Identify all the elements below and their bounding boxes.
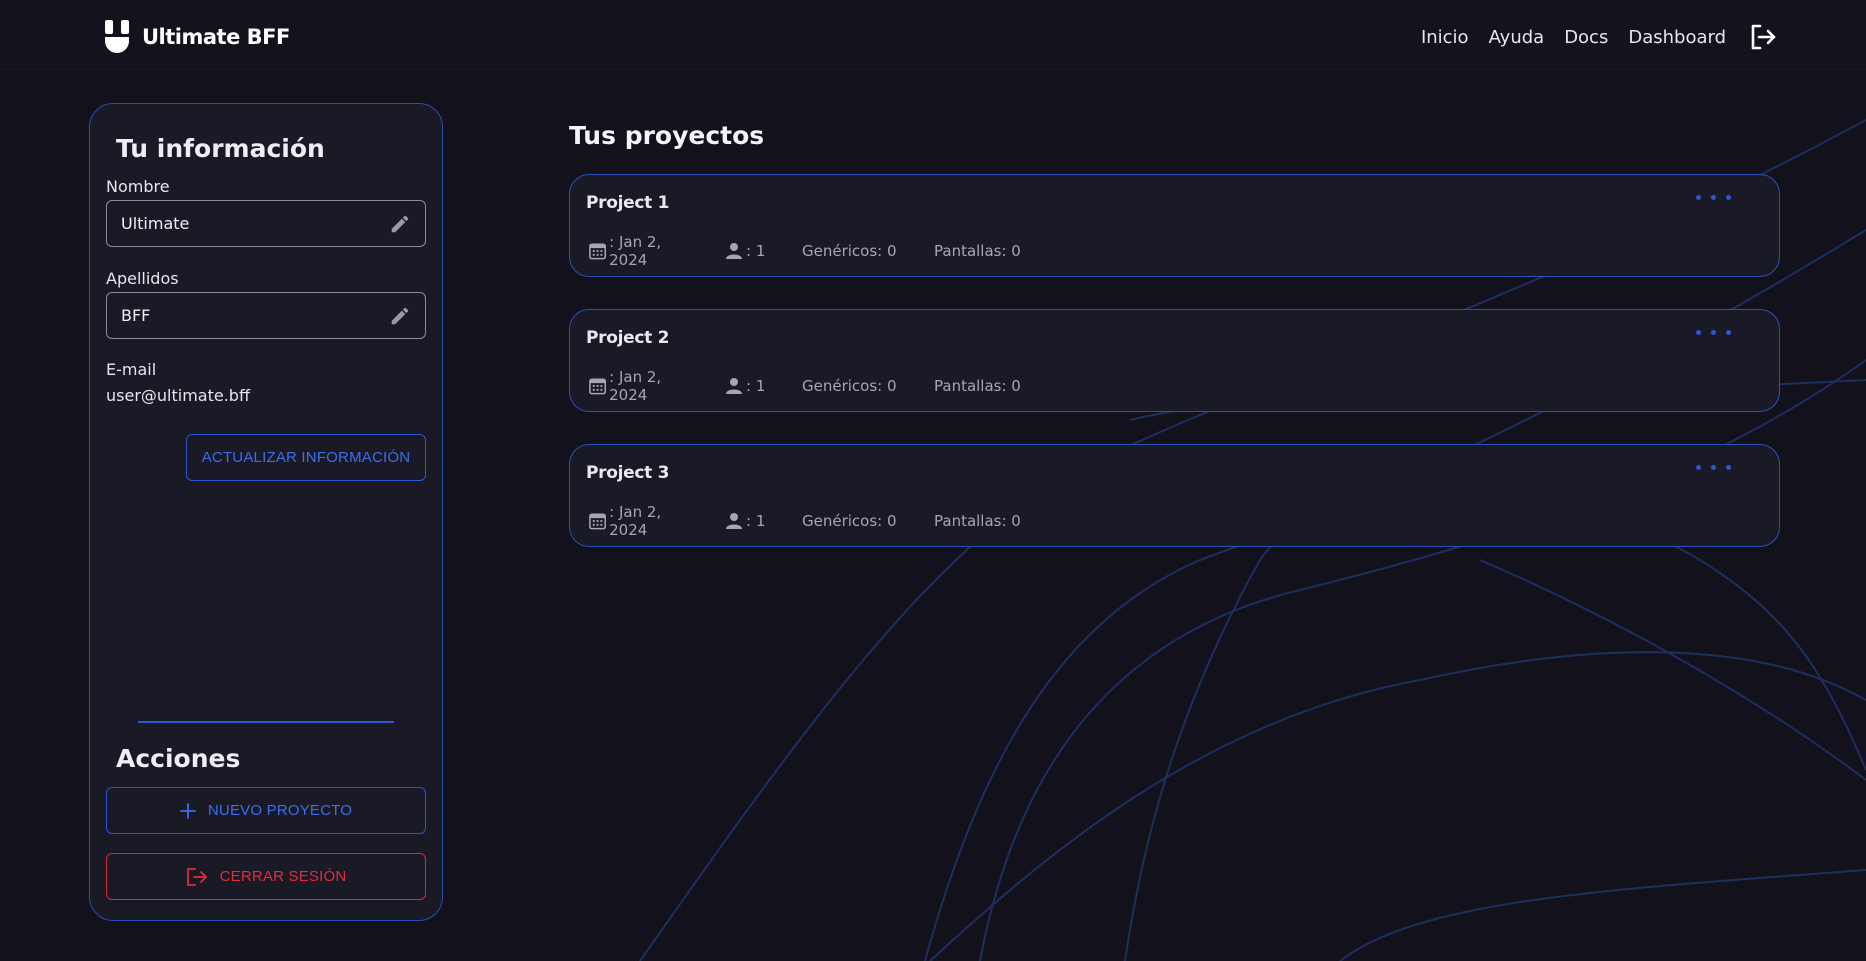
- email-label: E-mail: [106, 360, 157, 379]
- nav-dashboard[interactable]: Dashboard: [1628, 27, 1726, 48]
- nombre-value[interactable]: Ultimate: [121, 214, 389, 233]
- project-date: : Jan 2, 2024: [588, 368, 700, 404]
- logout-button[interactable]: CERRAR SESIÓN: [106, 853, 426, 900]
- project-pantallas: Pantallas: 0: [934, 512, 1021, 530]
- project-name: Project 2: [586, 328, 670, 348]
- project-genericos: Genéricos: 0: [802, 242, 897, 260]
- main-nav: Inicio Ayuda Docs Dashboard: [1401, 22, 1778, 52]
- project-meta: : Jan 2, 2024 : 1 Genéricos: 0 Pantallas…: [588, 233, 1021, 269]
- calendar-icon: [589, 243, 606, 260]
- project-date: : Jan 2, 2024: [588, 233, 700, 269]
- user-info-title: Tu información: [116, 134, 325, 163]
- project-pantallas: Pantallas: 0: [934, 377, 1021, 395]
- nav-inicio[interactable]: Inicio: [1421, 27, 1469, 48]
- new-project-button[interactable]: NUEVO PROYECTO: [106, 787, 426, 834]
- actions-title: Acciones: [116, 744, 241, 773]
- person-icon: [726, 513, 742, 529]
- apellidos-label: Apellidos: [106, 269, 179, 288]
- nav-ayuda[interactable]: Ayuda: [1489, 27, 1545, 48]
- logout-label: CERRAR SESIÓN: [219, 868, 347, 885]
- brand-name: Ultimate BFF: [142, 25, 290, 49]
- brand-logo-icon: [105, 20, 129, 53]
- user-info-card: Tu información Nombre Ultimate Apellidos…: [89, 103, 443, 921]
- more-dots-icon[interactable]: [1692, 461, 1735, 474]
- person-icon: [726, 243, 742, 259]
- project-card[interactable]: Project 2 : Jan 2, 2024 : 1 Genéricos: 0…: [569, 309, 1780, 412]
- project-members: : 1: [724, 376, 788, 396]
- top-navbar: Ultimate BFF Inicio Ayuda Docs Dashboard: [0, 0, 1866, 70]
- projects-title: Tus proyectos: [569, 121, 765, 150]
- logout-icon: [186, 867, 207, 886]
- plus-icon: [179, 802, 196, 819]
- project-name: Project 3: [586, 463, 670, 483]
- edit-pencil-icon[interactable]: [389, 213, 411, 235]
- calendar-icon: [589, 513, 606, 530]
- project-genericos: Genéricos: 0: [802, 512, 897, 530]
- edit-pencil-icon[interactable]: [389, 305, 411, 327]
- update-info-button[interactable]: ACTUALIZAR INFORMACIÓN: [186, 434, 426, 481]
- project-card[interactable]: Project 1 : Jan 2, 2024 : 1 Genéricos: 0…: [569, 174, 1780, 277]
- section-divider: [138, 721, 394, 723]
- nombre-label: Nombre: [106, 177, 170, 196]
- more-dots-icon[interactable]: [1692, 326, 1735, 339]
- logout-icon[interactable]: [1748, 22, 1778, 52]
- brand[interactable]: Ultimate BFF: [104, 20, 290, 54]
- project-meta: : Jan 2, 2024 : 1 Genéricos: 0 Pantallas…: [588, 503, 1021, 539]
- apellidos-value[interactable]: BFF: [121, 306, 389, 325]
- project-pantallas: Pantallas: 0: [934, 242, 1021, 260]
- project-genericos: Genéricos: 0: [802, 377, 897, 395]
- project-name: Project 1: [586, 193, 670, 213]
- nav-docs[interactable]: Docs: [1564, 27, 1608, 48]
- more-dots-icon[interactable]: [1692, 191, 1735, 204]
- project-card[interactable]: Project 3 : Jan 2, 2024 : 1 Genéricos: 0…: [569, 444, 1780, 547]
- project-members: : 1: [724, 241, 788, 261]
- project-date: : Jan 2, 2024: [588, 503, 700, 539]
- project-meta: : Jan 2, 2024 : 1 Genéricos: 0 Pantallas…: [588, 368, 1021, 404]
- calendar-icon: [589, 378, 606, 395]
- project-members: : 1: [724, 511, 788, 531]
- email-value: user@ultimate.bff: [106, 386, 250, 405]
- nombre-field[interactable]: Ultimate: [106, 200, 426, 247]
- apellidos-field[interactable]: BFF: [106, 292, 426, 339]
- person-icon: [726, 378, 742, 394]
- new-project-label: NUEVO PROYECTO: [207, 802, 353, 819]
